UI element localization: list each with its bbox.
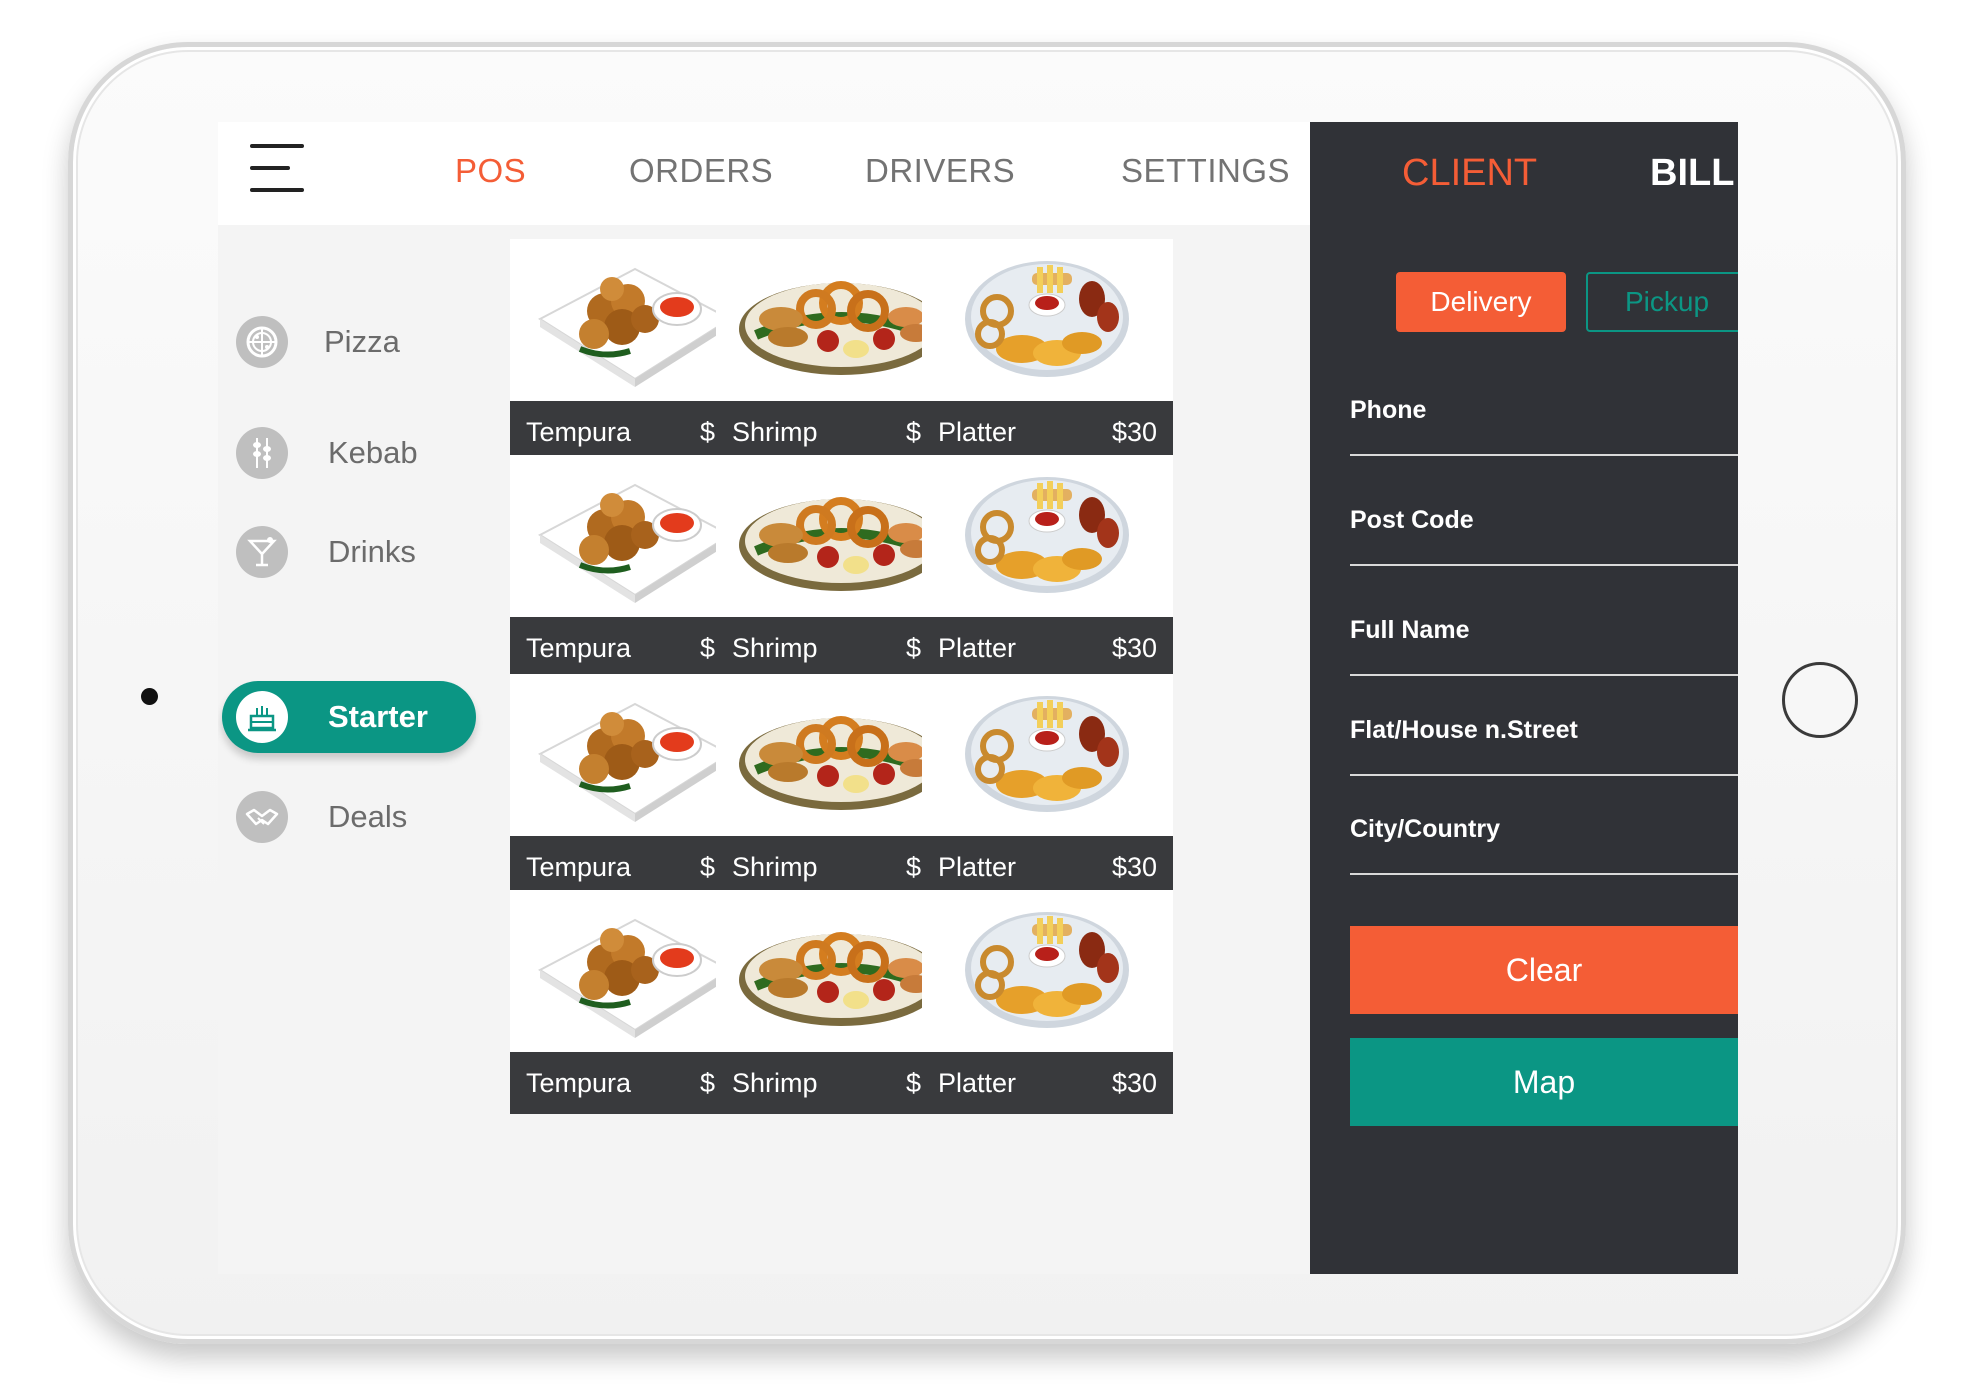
product-label-bar: Platter $30 — [922, 836, 1173, 898]
cake-icon — [236, 691, 288, 743]
field-underline — [1350, 774, 1738, 776]
sidebar-item-deals[interactable]: Deals — [222, 781, 476, 853]
product-name: Tempura — [526, 417, 632, 447]
tab-client[interactable]: CLIENT — [1402, 152, 1537, 195]
top-nav: POS ORDERS DRIVERS SETTINGS — [218, 122, 1310, 225]
phone-field[interactable]: Phone — [1350, 386, 1738, 456]
field-label: Full Name — [1350, 616, 1470, 644]
product-name: Tempura — [526, 1068, 632, 1098]
field-underline — [1350, 564, 1738, 566]
kebab-icon — [236, 427, 288, 479]
product-name: Platter — [938, 1068, 1017, 1098]
sidebar-item-pizza[interactable]: Pizza — [222, 306, 476, 378]
field-label: Phone — [1350, 396, 1427, 424]
clear-button[interactable]: Clear — [1350, 926, 1738, 1014]
mixed-platter-image — [922, 455, 1173, 615]
client-panel: CLIENT BILL Delivery Pickup Phone Post C… — [1310, 122, 1738, 1274]
pizza-icon — [236, 316, 288, 368]
pos-screen: POS ORDERS DRIVERS SETTINGS Pizza Kebab … — [218, 122, 1738, 1274]
product-price: $30 — [1111, 633, 1157, 663]
delivery-button[interactable]: Delivery — [1396, 272, 1566, 332]
field-label: City/Country — [1350, 815, 1500, 843]
product-name: Shrimp — [732, 1068, 818, 1098]
handshake-icon — [236, 791, 288, 843]
sidebar-item-label: Drinks — [328, 534, 416, 569]
sidebar-item-starter[interactable]: Starter — [222, 681, 476, 753]
product-name: Platter — [938, 852, 1017, 882]
product-price: $30 — [1111, 1068, 1157, 1098]
product-price: $30 — [1111, 852, 1157, 882]
home-button[interactable] — [1782, 662, 1858, 738]
product-card[interactable]: Platter $30 — [922, 455, 1173, 679]
sidebar-item-drinks[interactable]: Drinks — [222, 516, 476, 588]
product-name: Shrimp — [732, 417, 818, 447]
sidebar-item-label: Deals — [328, 799, 408, 834]
tab-bill[interactable]: BILL — [1650, 152, 1734, 195]
product-name: Tempura — [526, 633, 632, 663]
sidebar-item-label: Kebab — [328, 435, 418, 470]
mixed-platter-image — [922, 239, 1173, 399]
product-name: Platter — [938, 417, 1017, 447]
category-sidebar: Pizza Kebab Drinks Starter Deals — [218, 225, 500, 1274]
product-label-bar: Platter $30 — [922, 1052, 1173, 1114]
product-name: Platter — [938, 633, 1017, 663]
field-label: Post Code — [1350, 506, 1474, 534]
product-grid: Tempura$10Shrimp$20Platter$30Tempura$10S… — [510, 239, 1310, 1274]
sidebar-item-label: Starter — [328, 699, 428, 734]
product-price: $30 — [1111, 417, 1157, 447]
product-name: Shrimp — [732, 852, 818, 882]
product-card[interactable]: Platter $30 — [922, 674, 1173, 898]
front-camera — [141, 688, 158, 705]
field-label: Flat/House n.Street — [1350, 716, 1578, 744]
map-button[interactable]: Map — [1350, 1038, 1738, 1126]
street-field[interactable]: Flat/House n.Street — [1350, 706, 1738, 776]
cocktail-icon — [236, 526, 288, 578]
product-label-bar: Platter $30 — [922, 401, 1173, 463]
city-country-field[interactable]: City/Country — [1350, 805, 1738, 875]
product-card[interactable]: Platter $30 — [922, 239, 1173, 463]
field-underline — [1350, 454, 1738, 456]
field-underline — [1350, 873, 1738, 875]
product-card[interactable]: Platter $30 — [922, 890, 1173, 1114]
sidebar-item-label: Pizza — [324, 324, 400, 359]
tab-pos[interactable]: POS — [455, 152, 526, 190]
tab-orders[interactable]: ORDERS — [629, 152, 773, 190]
menu-icon[interactable] — [250, 144, 304, 196]
product-name: Shrimp — [732, 633, 818, 663]
full-name-field[interactable]: Full Name — [1350, 606, 1738, 676]
mixed-platter-image — [922, 674, 1173, 834]
product-name: Tempura — [526, 852, 632, 882]
pickup-button[interactable]: Pickup — [1586, 272, 1738, 332]
mixed-platter-image — [922, 890, 1173, 1050]
product-label-bar: Platter $30 — [922, 617, 1173, 679]
tab-drivers[interactable]: DRIVERS — [865, 152, 1015, 190]
post-code-field[interactable]: Post Code — [1350, 496, 1738, 566]
tab-settings[interactable]: SETTINGS — [1121, 152, 1290, 190]
sidebar-item-kebab[interactable]: Kebab — [222, 417, 476, 489]
field-underline — [1350, 674, 1738, 676]
